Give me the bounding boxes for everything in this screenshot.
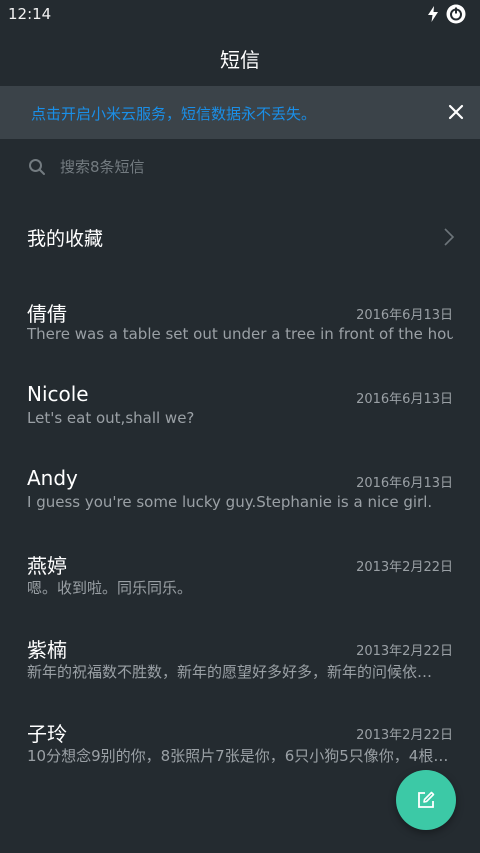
conversation-preview: 10分想念9别的你，8张照片7张是你，6只小狗5只像你，4根… [27, 747, 449, 765]
conversation-name: 紫楠 [27, 638, 67, 662]
conversation-preview: I guess you're some lucky guy.Stephanie … [27, 493, 433, 511]
favorites-row[interactable]: 我的收藏 [0, 208, 480, 266]
conversation-item[interactable]: Nicole 2016年6月13日 Let's eat out,shall we… [0, 376, 480, 460]
conversation-name: 倩倩 [27, 302, 67, 326]
app-header: 短信 [0, 28, 480, 86]
conversation-item[interactable]: 紫楠 2013年2月22日 新年的祝福数不胜数，新年的愿望好多好多，新年的问候依… [0, 628, 480, 712]
search-icon [29, 159, 45, 175]
conversation-date: 2016年6月13日 [356, 476, 453, 491]
conversation-date: 2013年2月22日 [356, 728, 453, 743]
conversation-name: Nicole [27, 382, 89, 406]
page-title: 短信 [220, 48, 260, 72]
cloud-service-banner[interactable]: 点击开启小米云服务，短信数据永不丢失。 [0, 86, 480, 139]
conversation-date: 2016年6月13日 [356, 392, 453, 407]
conversation-item[interactable]: 倩倩 2016年6月13日 There was a table set out … [0, 292, 480, 376]
conversation-item[interactable]: Andy 2016年6月13日 I guess you're some luck… [0, 460, 480, 544]
conversation-preview: Let's eat out,shall we? [27, 409, 195, 427]
favorites-label: 我的收藏 [27, 228, 104, 250]
status-time: 12:14 [8, 5, 52, 23]
conversation-item[interactable]: 燕婷 2013年2月22日 嗯。收到啦。同乐同乐。 [0, 544, 480, 628]
conversation-name: 燕婷 [27, 554, 67, 578]
conversation-preview: There was a table set out under a tree i… [27, 325, 453, 343]
search-input[interactable] [58, 157, 422, 177]
conversation-date: 2016年6月13日 [356, 308, 453, 323]
status-icons [428, 4, 466, 24]
close-icon[interactable] [446, 102, 466, 122]
conversation-date: 2013年2月22日 [356, 560, 453, 575]
conversation-preview: 新年的祝福数不胜数，新年的愿望好多好多，新年的问候依… [27, 663, 433, 681]
status-bar: 12:14 [0, 0, 480, 28]
conversation-preview: 嗯。收到啦。同乐同乐。 [27, 579, 193, 597]
battery-icon [446, 4, 466, 24]
banner-text[interactable]: 点击开启小米云服务，短信数据永不丢失。 [31, 103, 316, 124]
chevron-right-icon [444, 228, 455, 246]
charging-bolt-icon [428, 6, 438, 22]
compose-icon [418, 791, 435, 808]
conversation-name: Andy [27, 466, 78, 490]
conversation-date: 2013年2月22日 [356, 644, 453, 659]
conversation-name: 子玲 [27, 722, 67, 746]
search-bar[interactable] [28, 152, 448, 182]
compose-button[interactable] [396, 770, 456, 830]
